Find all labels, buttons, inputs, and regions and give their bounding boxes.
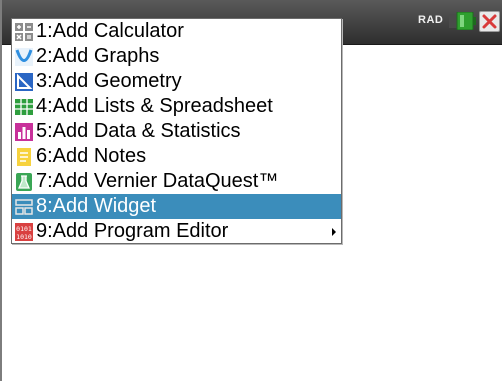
close-icon — [482, 14, 497, 29]
menu-item-label: 6:Add Notes — [36, 145, 147, 167]
dataquest-icon — [16, 172, 32, 191]
menu-item-label: 8:Add Widget — [36, 195, 157, 217]
close-document-button[interactable] — [479, 11, 500, 32]
battery-icon — [449, 12, 476, 30]
widget-icon — [15, 198, 33, 215]
angle-mode-indicator: RAD — [418, 14, 444, 26]
menu-item-add-lists-spreadsheet[interactable]: 4:Add Lists & Spreadsheet — [12, 94, 341, 119]
svg-text:1010: 1010 — [16, 233, 32, 241]
document-canvas[interactable]: RAD 1:Add Calculator 2:Add Graphs 3:Add … — [0, 0, 502, 381]
calculator-icon — [15, 22, 33, 41]
menu-item-add-program-editor[interactable]: 0101 1010 9:Add Program Editor — [12, 219, 341, 244]
menu-item-add-graphs[interactable]: 2:Add Graphs — [12, 44, 341, 69]
program-editor-icon: 0101 1010 — [15, 222, 33, 241]
submenu-arrow-icon — [332, 228, 336, 236]
menu-item-add-data-statistics[interactable]: 5:Add Data & Statistics — [12, 119, 341, 144]
menu-item-add-vernier-dataquest[interactable]: 7:Add Vernier DataQuest™ — [12, 169, 341, 194]
insert-page-menu: 1:Add Calculator 2:Add Graphs 3:Add Geom… — [11, 18, 342, 244]
menu-item-add-notes[interactable]: 6:Add Notes — [12, 144, 341, 169]
graphs-icon — [15, 47, 33, 66]
menu-item-label: 5:Add Data & Statistics — [36, 120, 241, 142]
menu-item-label: 1:Add Calculator — [36, 20, 184, 42]
menu-item-label: 4:Add Lists & Spreadsheet — [36, 95, 273, 117]
geometry-icon — [15, 72, 33, 91]
menu-item-add-calculator[interactable]: 1:Add Calculator — [12, 19, 341, 44]
menu-item-label: 2:Add Graphs — [36, 45, 160, 67]
svg-text:0101: 0101 — [16, 225, 32, 233]
spreadsheet-icon — [15, 98, 33, 115]
menu-item-label: 7:Add Vernier DataQuest™ — [36, 170, 279, 192]
data-statistics-icon — [15, 122, 33, 141]
menu-item-add-widget[interactable]: 8:Add Widget — [12, 194, 341, 219]
menu-item-label: 9:Add Program Editor — [36, 220, 229, 242]
menu-item-label: 3:Add Geometry — [36, 70, 182, 92]
menu-item-add-geometry[interactable]: 3:Add Geometry — [12, 69, 341, 94]
notes-icon — [17, 147, 31, 166]
